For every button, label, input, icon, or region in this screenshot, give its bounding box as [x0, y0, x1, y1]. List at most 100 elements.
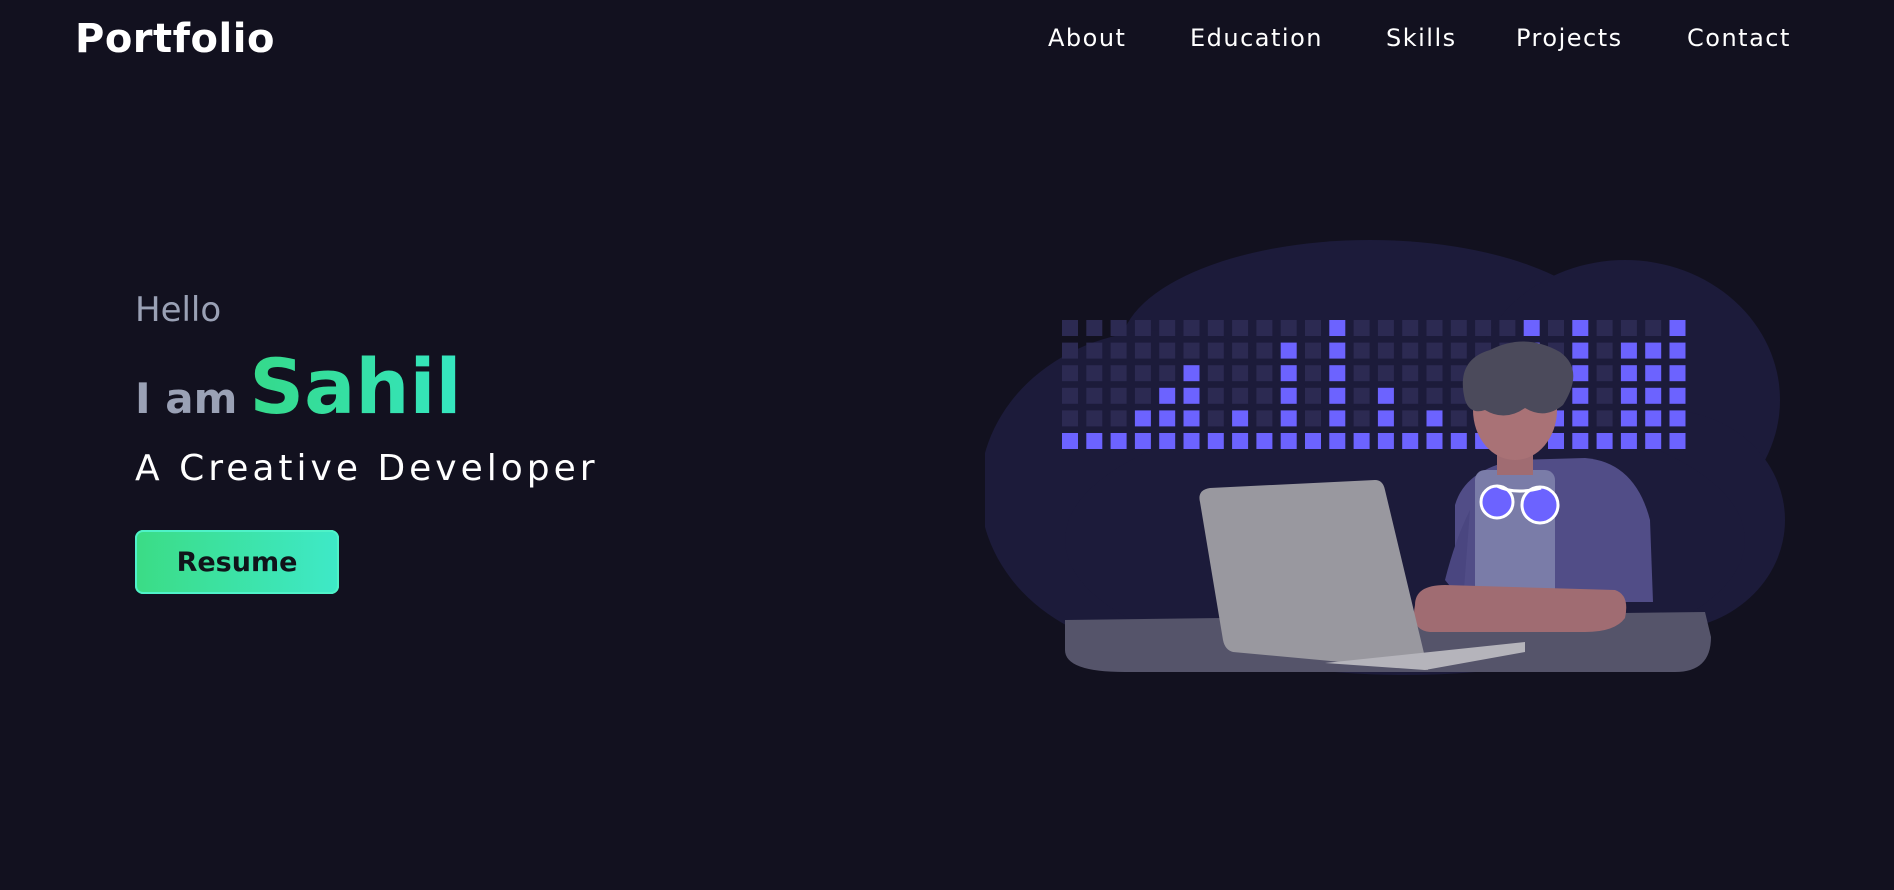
- equalizer-cell: [1450, 342, 1467, 359]
- equalizer-cell: [1134, 342, 1151, 359]
- equalizer-cell: [1402, 432, 1419, 449]
- equalizer-cell: [1596, 410, 1613, 427]
- equalizer-cell: [1305, 342, 1321, 359]
- equalizer-cell: [1207, 410, 1224, 427]
- equalizer-cell: [1426, 342, 1443, 359]
- equalizer-cell: [1426, 432, 1443, 449]
- equalizer-cell: [1620, 365, 1637, 382]
- equalizer-cell: [1645, 410, 1662, 427]
- equalizer-cell: [1110, 410, 1127, 427]
- hero-tagline: A Creative Developer: [135, 448, 599, 489]
- nav-link-education[interactable]: Education: [1190, 24, 1323, 52]
- equalizer-cell: [1523, 320, 1540, 336]
- equalizer-cell: [1305, 410, 1321, 427]
- equalizer-cell: [1620, 320, 1637, 336]
- equalizer-cell: [1620, 410, 1637, 427]
- equalizer-cell: [1256, 387, 1273, 404]
- developer-illustration: [985, 240, 1785, 675]
- equalizer-cell: [1232, 342, 1249, 359]
- equalizer-cell: [1256, 320, 1273, 336]
- equalizer-cell: [1183, 432, 1200, 449]
- equalizer-cell: [1669, 432, 1686, 449]
- equalizer-cell: [1499, 320, 1516, 336]
- nav-link-skills[interactable]: Skills: [1386, 24, 1457, 52]
- equalizer-cell: [1572, 387, 1589, 404]
- equalizer-cell: [1353, 320, 1370, 336]
- equalizer-cell: [1207, 387, 1224, 404]
- equalizer-cell: [1426, 365, 1443, 382]
- equalizer-cell: [1402, 410, 1419, 427]
- hero-intro-row: I am Sahil: [135, 342, 462, 431]
- equalizer-cell: [1596, 432, 1613, 449]
- equalizer-cell: [1280, 320, 1297, 336]
- equalizer-cell: [1596, 365, 1613, 382]
- nav-link-contact[interactable]: Contact: [1687, 24, 1791, 52]
- equalizer-cell: [1305, 432, 1321, 449]
- equalizer-cell: [1572, 320, 1589, 336]
- equalizer-cell: [1377, 410, 1394, 427]
- equalizer-cell: [1572, 365, 1589, 382]
- equalizer-cell: [1256, 432, 1273, 449]
- equalizer-cell: [1669, 365, 1686, 382]
- equalizer-cell: [1572, 342, 1589, 359]
- equalizer-cell: [1086, 365, 1103, 382]
- main-nav: About Education Skills Projects Contact: [0, 24, 1894, 64]
- equalizer-cell: [1572, 432, 1589, 449]
- equalizer-cell: [1329, 432, 1346, 449]
- equalizer-cell: [1110, 387, 1127, 404]
- site-header: Portfolio About Education Skills Project…: [0, 0, 1894, 84]
- equalizer-cell: [1232, 365, 1249, 382]
- equalizer-cell: [1377, 320, 1394, 336]
- equalizer-cell: [1329, 365, 1346, 382]
- equalizer-cell: [1377, 387, 1394, 404]
- equalizer-cell: [1305, 365, 1321, 382]
- equalizer-cell: [1110, 365, 1127, 382]
- equalizer-cell: [1402, 387, 1419, 404]
- equalizer-cell: [1377, 432, 1394, 449]
- equalizer-cell: [1645, 365, 1662, 382]
- equalizer-cell: [1669, 387, 1686, 404]
- nav-link-projects[interactable]: Projects: [1516, 24, 1623, 52]
- equalizer-cell: [1402, 320, 1419, 336]
- equalizer-cell: [1183, 365, 1200, 382]
- equalizer-cell: [1280, 387, 1297, 404]
- equalizer-cell: [1450, 410, 1467, 427]
- equalizer-cell: [1280, 342, 1297, 359]
- equalizer-cell: [1062, 410, 1078, 427]
- equalizer-cell: [1329, 320, 1346, 336]
- equalizer-cell: [1062, 320, 1078, 336]
- equalizer-cell: [1062, 342, 1078, 359]
- equalizer-cell: [1159, 365, 1176, 382]
- equalizer-cell: [1134, 432, 1151, 449]
- equalizer-cell: [1232, 320, 1249, 336]
- equalizer-cell: [1134, 320, 1151, 336]
- equalizer-cell: [1134, 387, 1151, 404]
- equalizer-cell: [1426, 320, 1443, 336]
- equalizer-cell: [1645, 342, 1662, 359]
- equalizer-cell: [1062, 432, 1078, 449]
- equalizer-cell: [1596, 320, 1613, 336]
- equalizer-cell: [1280, 410, 1297, 427]
- equalizer-cell: [1645, 387, 1662, 404]
- equalizer-cell: [1353, 365, 1370, 382]
- equalizer-cell: [1086, 387, 1103, 404]
- equalizer-cell: [1159, 320, 1176, 336]
- equalizer-cell: [1086, 410, 1103, 427]
- equalizer-cell: [1329, 342, 1346, 359]
- equalizer-cell: [1377, 365, 1394, 382]
- equalizer-cell: [1183, 387, 1200, 404]
- equalizer-cell: [1329, 387, 1346, 404]
- resume-button[interactable]: Resume: [135, 530, 339, 594]
- equalizer-cell: [1256, 365, 1273, 382]
- equalizer-cell: [1110, 320, 1127, 336]
- equalizer-cell: [1669, 320, 1686, 336]
- equalizer-cell: [1086, 432, 1103, 449]
- equalizer-cell: [1402, 342, 1419, 359]
- equalizer-cell: [1475, 320, 1492, 336]
- equalizer-cell: [1207, 342, 1224, 359]
- equalizer-cell: [1353, 342, 1370, 359]
- equalizer-cell: [1110, 342, 1127, 359]
- equalizer-cell: [1207, 320, 1224, 336]
- nav-link-about[interactable]: About: [1048, 24, 1126, 52]
- equalizer-cell: [1232, 432, 1249, 449]
